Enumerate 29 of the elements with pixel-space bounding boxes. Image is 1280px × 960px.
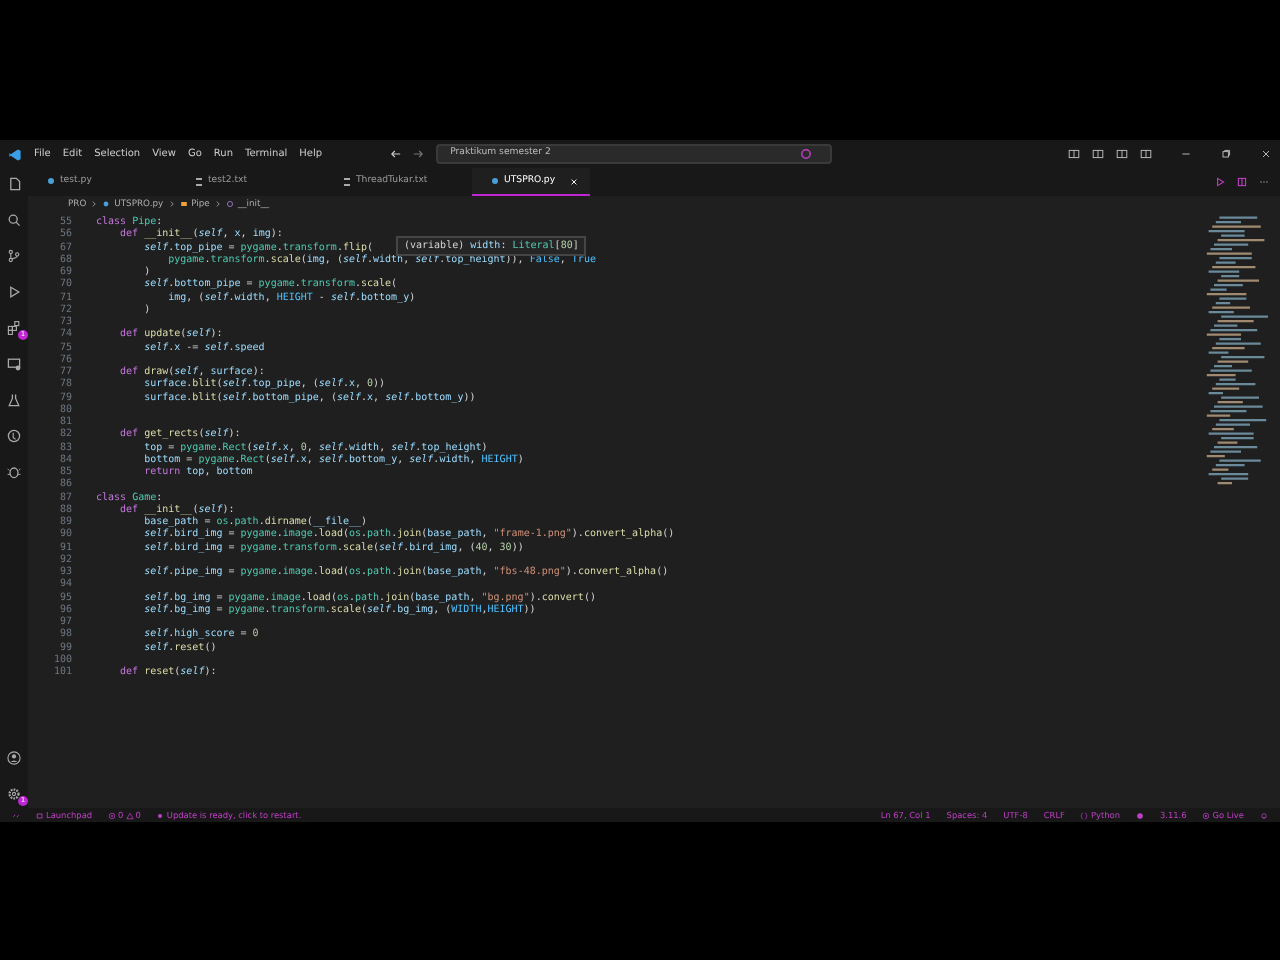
warning-icon[interactable]	[125, 811, 134, 819]
broadcast-icon[interactable]	[1202, 811, 1211, 819]
search-icon[interactable]	[6, 212, 22, 228]
python-file-icon	[102, 200, 111, 208]
launchpad-icon[interactable]	[36, 811, 44, 819]
source-control-icon[interactable]	[6, 248, 22, 264]
forward-arrow-icon[interactable]	[412, 148, 425, 160]
flask-icon[interactable]	[6, 392, 22, 408]
layout-icon[interactable]	[1140, 148, 1152, 160]
layout-icon[interactable]	[1116, 148, 1128, 160]
back-arrow-icon[interactable]	[390, 148, 403, 160]
restore-icon[interactable]	[1220, 148, 1232, 160]
timeline-icon[interactable]	[6, 428, 22, 444]
files-icon[interactable]	[6, 176, 22, 192]
extensions-icon[interactable]	[6, 320, 22, 336]
bug-icon[interactable]	[6, 464, 22, 480]
remote-explorer-icon[interactable]	[6, 356, 22, 372]
split-editor-icon[interactable]	[1236, 176, 1248, 188]
settings-icon[interactable]	[6, 786, 22, 802]
class-icon	[179, 200, 188, 208]
method-icon	[225, 200, 234, 208]
close-icon[interactable]	[1260, 148, 1272, 160]
minimize-icon[interactable]	[1180, 148, 1192, 160]
layout-icon[interactable]	[1068, 148, 1080, 160]
app-logo-icon	[8, 147, 22, 161]
account-icon[interactable]	[6, 750, 22, 766]
run-debug-icon[interactable]	[6, 284, 22, 300]
layout-icon[interactable]	[1092, 148, 1104, 160]
run-icon[interactable]	[1214, 176, 1226, 188]
